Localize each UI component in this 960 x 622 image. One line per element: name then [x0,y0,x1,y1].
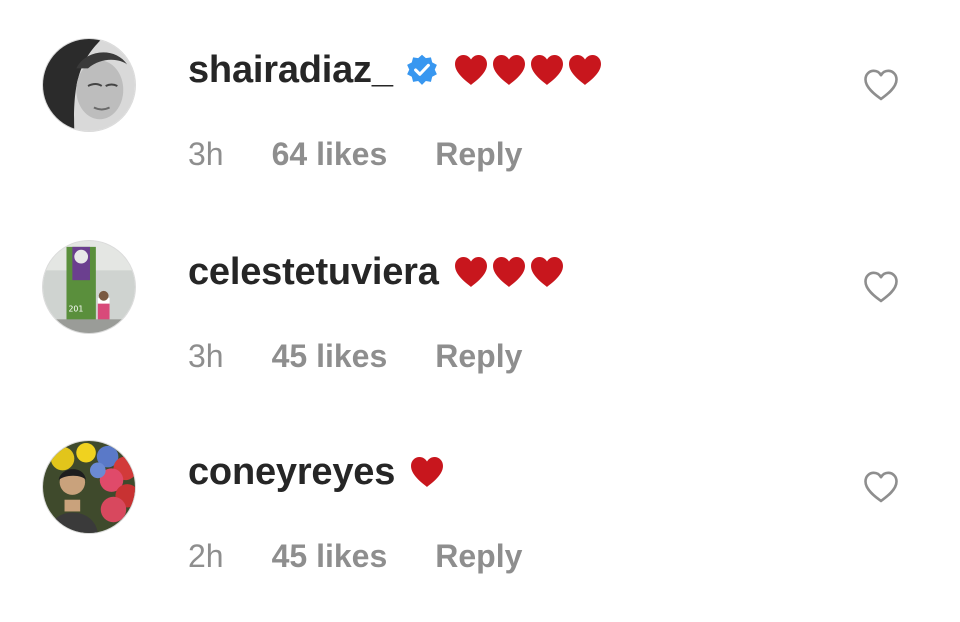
reply-button[interactable]: Reply [435,538,522,575]
comment-line: celestetuviera [188,246,565,298]
red-heart-emoji [530,55,563,85]
heart-outline-icon [864,271,898,303]
heart-outline-icon [864,69,898,101]
likes-count-link[interactable]: 45 likes [272,338,388,375]
red-heart-emoji [492,55,525,85]
likes-count-link[interactable]: 45 likes [272,538,388,575]
comment-timestamp: 2h [188,537,224,574]
red-heart-emoji [411,457,444,487]
like-comment-button[interactable] [862,68,900,102]
svg-text:201: 201 [68,304,83,313]
red-heart-emoji [454,55,487,85]
username-link[interactable]: celestetuviera [188,251,439,294]
red-heart-emoji [454,257,487,287]
like-comment-button[interactable] [862,270,900,304]
comment-timestamp: 3h [188,135,224,172]
avatar[interactable] [42,440,136,534]
comment-emoji-text [453,54,603,86]
comment-item: 201 celestetuviera 3h 45 likes Reply [0,232,960,422]
verified-badge-icon [405,53,439,87]
avatar[interactable]: 201 [42,240,136,334]
red-heart-emoji [568,55,601,85]
reply-button[interactable]: Reply [435,338,522,375]
comment-line: coneyreyes [188,446,445,498]
heart-outline-icon [864,471,898,503]
reply-button[interactable]: Reply [435,136,522,173]
likes-count-link[interactable]: 64 likes [272,136,388,173]
username-link[interactable]: shairadiaz_ [188,49,393,92]
red-heart-emoji [530,257,563,287]
comment-line: shairadiaz_ [188,44,603,96]
username-link[interactable]: coneyreyes [188,451,395,494]
comment-timestamp: 3h [188,337,224,374]
comment-emoji-text [409,456,445,488]
comment-meta: 3h 64 likes Reply [188,134,522,174]
avatar[interactable] [42,38,136,132]
comment-meta: 3h 45 likes Reply [188,336,522,376]
comment-item: coneyreyes 2h 45 likes Reply [0,432,960,622]
comment-emoji-text [453,256,565,288]
comment-meta: 2h 45 likes Reply [188,536,522,576]
like-comment-button[interactable] [862,470,900,504]
red-heart-emoji [492,257,525,287]
comment-item: shairadiaz_ 3h 64 likes Reply [0,30,960,220]
